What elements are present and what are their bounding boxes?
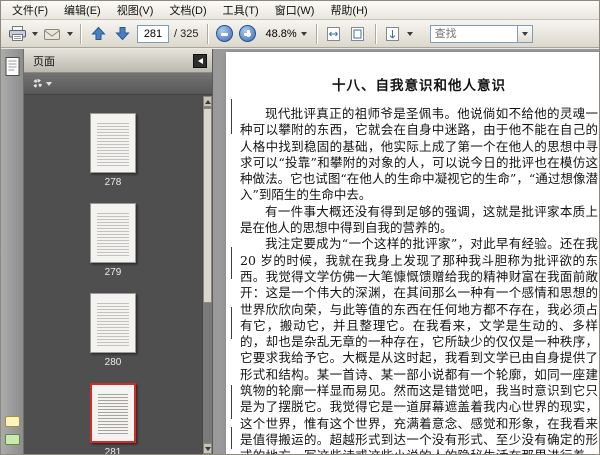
- find-dropdown-button[interactable]: [517, 24, 533, 43]
- printer-icon: [8, 26, 26, 41]
- chevron-left-icon: [197, 57, 203, 64]
- arrow-up-icon: [204, 99, 211, 104]
- menu-help[interactable]: 帮助(H): [322, 1, 375, 20]
- zoom-level-dropdown[interactable]: 48.8%: [261, 26, 310, 42]
- panel-header: 页面: [24, 49, 212, 73]
- next-page-button[interactable]: [111, 23, 133, 45]
- pdf-page: 十八、自我意识和他人意识 现代批评真正的祖师爷是圣佩韦。他说倘如不给他的灵魂一种…: [226, 52, 599, 454]
- chevron-down-icon: [300, 31, 307, 36]
- page-total-label: / 325: [174, 27, 199, 40]
- thumbnail-list: 278 279 280 281: [24, 95, 202, 454]
- page-thumbnail[interactable]: 280: [89, 293, 137, 368]
- scrolling-page-icon: [386, 26, 400, 41]
- thumbnail-image[interactable]: [90, 383, 136, 443]
- thumbnail-image[interactable]: [90, 293, 136, 353]
- scrollbar-thumb[interactable]: [203, 108, 212, 303]
- arrow-up-icon: [90, 26, 106, 40]
- fit-page-button[interactable]: [347, 23, 369, 45]
- arrow-down-icon: [114, 27, 130, 41]
- thumbnail-page-number: 281: [104, 447, 122, 454]
- toolbar-separator: [315, 23, 317, 44]
- thumbnail-page-number: 278: [104, 177, 122, 188]
- menu-view[interactable]: 视图(V): [109, 1, 162, 20]
- panel-options-bar: [24, 73, 212, 95]
- toolbar-separator: [80, 23, 81, 44]
- find-box: [429, 24, 533, 43]
- email-button[interactable]: [41, 23, 63, 45]
- find-input[interactable]: [429, 24, 518, 43]
- collapse-panel-button[interactable]: [193, 53, 207, 68]
- arrow-down-icon: [204, 446, 211, 451]
- chevron-down-icon[interactable]: [46, 81, 52, 86]
- scroll-up-button[interactable]: [203, 96, 212, 107]
- chevron-down-icon: [66, 31, 73, 36]
- zoom-level-value: 48.8%: [265, 27, 297, 40]
- thumbnail-image[interactable]: [90, 113, 136, 173]
- change-bar-mark: [231, 307, 232, 339]
- menu-window[interactable]: 窗口(W): [267, 1, 323, 20]
- chevron-down-icon: [407, 31, 414, 36]
- thumbnail-text-lines: [97, 123, 129, 166]
- page-thumbnail[interactable]: 279: [89, 203, 137, 278]
- change-bar-mark: [231, 427, 232, 449]
- pages-icon: [5, 57, 20, 76]
- thumbnail-page-number: 280: [104, 357, 122, 368]
- panel-scrollbar[interactable]: [202, 96, 212, 454]
- change-bar-mark: [231, 385, 232, 419]
- body-paragraph: 现代批评真正的祖师爷是圣佩韦。他说倘如不给他的灵魂一种可以攀附的东西，它就会在自…: [240, 106, 598, 203]
- fit-width-button[interactable]: [323, 23, 345, 45]
- thumbnail-text-lines: [97, 213, 129, 256]
- pages-panel-button[interactable]: [4, 56, 21, 78]
- toolbar-separator: [374, 23, 376, 44]
- attachments-panel-button[interactable]: [5, 434, 20, 445]
- thumbnail-text-lines: [97, 303, 129, 346]
- scroll-down-button[interactable]: [203, 443, 212, 454]
- toolbar: / 325 48.8%: [1, 20, 599, 48]
- body-paragraph: 有一件事大概还没有得到足够的强调，这就是批评家本质上是在他人的思想中得到自我的营…: [240, 203, 598, 236]
- fit-page-icon: [351, 26, 365, 41]
- chapter-title: 十八、自我意识和他人意识: [332, 78, 506, 94]
- toolbar-separator: [207, 23, 209, 44]
- menu-edit[interactable]: 编辑(E): [56, 1, 109, 20]
- navigation-sidebar: 页面 278 279 280 281: [1, 49, 213, 454]
- change-bar-mark: [231, 99, 232, 134]
- panel-title: 页面: [33, 55, 55, 68]
- email-dropdown-button[interactable]: [64, 23, 75, 45]
- chevron-down-icon: [31, 31, 38, 36]
- thumbnail-text-lines: [98, 394, 128, 435]
- change-bar-mark: [231, 247, 232, 279]
- gear-icon[interactable]: [33, 79, 42, 88]
- panel-button-strip: [1, 49, 24, 454]
- view-mode-dropdown-button[interactable]: [405, 23, 416, 45]
- thumbnail-page-number: 279: [104, 267, 122, 278]
- menu-document[interactable]: 文档(D): [161, 1, 214, 20]
- menu-file[interactable]: 文件(F): [4, 1, 56, 20]
- main-content: 页面 278 279 280 281 十八、自我意识和他人意识 现代批评真正的祖…: [1, 49, 599, 454]
- pdf-reader-window: 文件(F) 编辑(E) 视图(V) 文档(D) 工具(T) 窗口(W) 帮助(H…: [0, 0, 600, 455]
- body-paragraph: 我注定要成为“一个这样的批评家”，对此早有经验。还在我 20 岁的时候，我就在我…: [240, 236, 598, 454]
- document-view[interactable]: 十八、自我意识和他人意识 现代批评真正的祖师爷是圣佩韦。他说倘如不给他的灵魂一种…: [213, 49, 599, 454]
- comments-panel-button[interactable]: [5, 416, 20, 427]
- menu-tools[interactable]: 工具(T): [215, 1, 267, 20]
- chevron-down-icon: [521, 31, 528, 36]
- menu-bar: 文件(F) 编辑(E) 视图(V) 文档(D) 工具(T) 窗口(W) 帮助(H…: [1, 1, 599, 20]
- print-dropdown-button[interactable]: [29, 23, 40, 45]
- page-thumbnail[interactable]: 278: [89, 113, 137, 188]
- thumbnail-image[interactable]: [90, 203, 136, 263]
- zoom-in-button[interactable]: [239, 25, 257, 42]
- pages-panel: 页面 278 279 280 281: [24, 49, 212, 454]
- previous-page-button[interactable]: [87, 23, 109, 45]
- scrolling-view-button[interactable]: [382, 23, 404, 45]
- print-button[interactable]: [6, 23, 28, 45]
- zoom-out-button[interactable]: [216, 25, 234, 42]
- page-number-input[interactable]: [137, 24, 169, 43]
- page-thumbnail-current[interactable]: 281: [89, 383, 137, 454]
- fit-width-icon: [327, 26, 341, 41]
- email-icon: [44, 28, 60, 40]
